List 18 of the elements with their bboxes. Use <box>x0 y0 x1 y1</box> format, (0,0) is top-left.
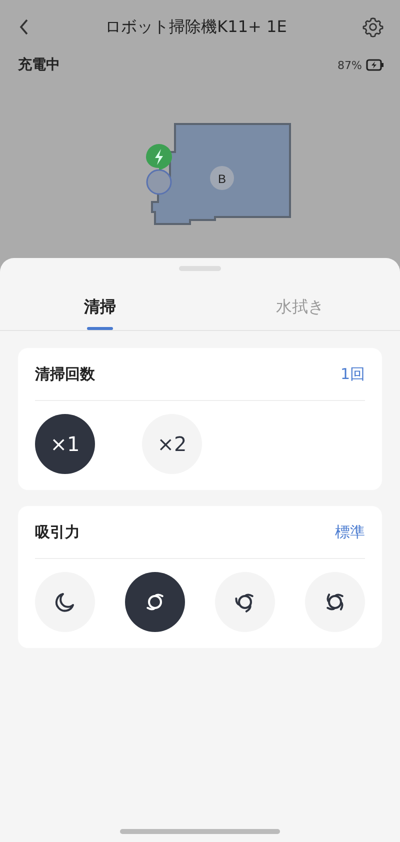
back-button[interactable] <box>18 18 30 36</box>
drag-handle[interactable] <box>179 266 221 271</box>
settings-button[interactable] <box>362 16 384 38</box>
dock-marker-icon <box>146 144 172 195</box>
section-title: 吸引力 <box>35 522 80 542</box>
moon-icon <box>53 590 77 614</box>
room-label: B <box>218 172 226 186</box>
back-icon <box>18 18 30 36</box>
settings-icon <box>362 16 384 38</box>
option-button[interactable]: ×1 <box>35 414 95 474</box>
selected-value: 1回 <box>340 364 365 384</box>
option-button[interactable]: ×2 <box>142 414 202 474</box>
selected-value: 標準 <box>335 522 365 542</box>
section-title: 清掃回数 <box>35 364 95 384</box>
screen-title: ロボット掃除機K11+ 1E <box>105 16 287 38</box>
tab[interactable]: 清掃 <box>0 291 200 330</box>
battery-percentage: 87% <box>338 58 362 72</box>
status-text: 充電中 <box>18 56 60 74</box>
